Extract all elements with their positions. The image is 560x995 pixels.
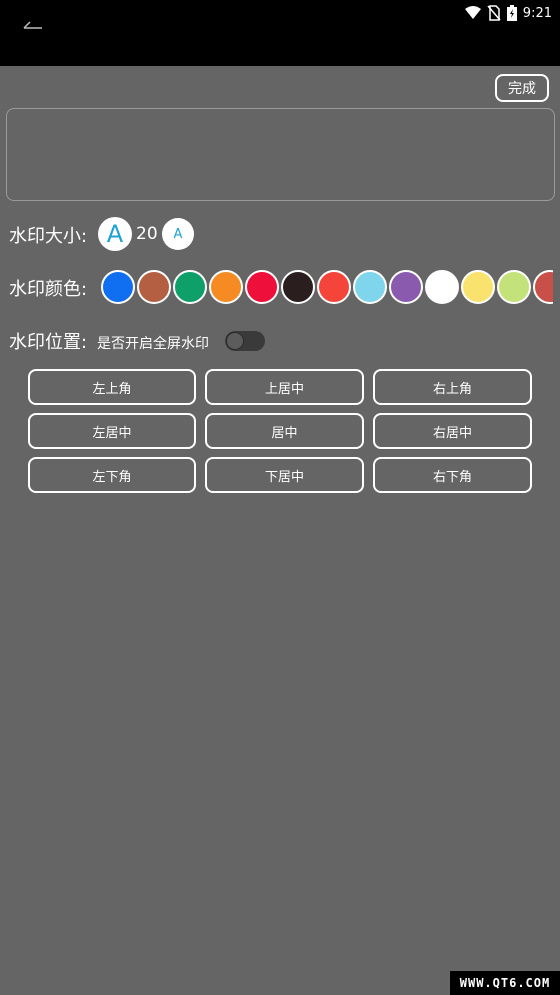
- color-swatch[interactable]: [461, 270, 495, 304]
- position-button[interactable]: 右居中: [373, 413, 532, 449]
- color-label: 水印颜色:: [9, 279, 88, 300]
- color-swatch[interactable]: [497, 270, 531, 304]
- color-swatch[interactable]: [317, 270, 351, 304]
- wifi-icon: [464, 6, 481, 20]
- position-button[interactable]: 右上角: [373, 369, 532, 405]
- position-button[interactable]: 左上角: [28, 369, 196, 405]
- status-bar: 9:21: [464, 2, 552, 24]
- done-button[interactable]: 完成: [495, 74, 549, 102]
- color-swatch[interactable]: [173, 270, 207, 304]
- color-swatch[interactable]: [245, 270, 279, 304]
- increase-size-button[interactable]: A: [98, 217, 132, 251]
- fullscreen-toggle[interactable]: [225, 331, 265, 351]
- watermark-text-input[interactable]: [6, 108, 555, 201]
- color-swatch[interactable]: [389, 270, 423, 304]
- site-watermark: WWW.QT6.COM: [450, 971, 560, 995]
- color-swatch-list: [101, 270, 553, 304]
- color-swatch[interactable]: [209, 270, 243, 304]
- position-button[interactable]: 左下角: [28, 457, 196, 493]
- size-label: 水印大小:: [9, 226, 88, 247]
- position-button[interactable]: 右下角: [373, 457, 532, 493]
- top-app-bar: 9:21: [0, 0, 560, 66]
- position-button[interactable]: 居中: [205, 413, 364, 449]
- status-time: 9:21: [522, 5, 552, 21]
- decrease-size-button[interactable]: A: [162, 218, 194, 250]
- back-arrow-icon[interactable]: [18, 16, 48, 40]
- fullscreen-toggle-label: 是否开启全屏水印: [97, 336, 209, 352]
- position-button[interactable]: 上居中: [205, 369, 364, 405]
- position-button[interactable]: 下居中: [205, 457, 364, 493]
- color-swatch[interactable]: [137, 270, 171, 304]
- color-swatch[interactable]: [425, 270, 459, 304]
- battery-icon: [506, 5, 517, 21]
- size-value: 20: [136, 224, 158, 244]
- no-sim-icon: [487, 5, 501, 21]
- toggle-knob: [226, 332, 244, 350]
- color-swatch[interactable]: [101, 270, 135, 304]
- position-label: 水印位置:: [9, 332, 88, 353]
- color-swatch[interactable]: [281, 270, 315, 304]
- color-swatch[interactable]: [533, 270, 553, 304]
- position-button[interactable]: 左居中: [28, 413, 196, 449]
- color-swatch[interactable]: [353, 270, 387, 304]
